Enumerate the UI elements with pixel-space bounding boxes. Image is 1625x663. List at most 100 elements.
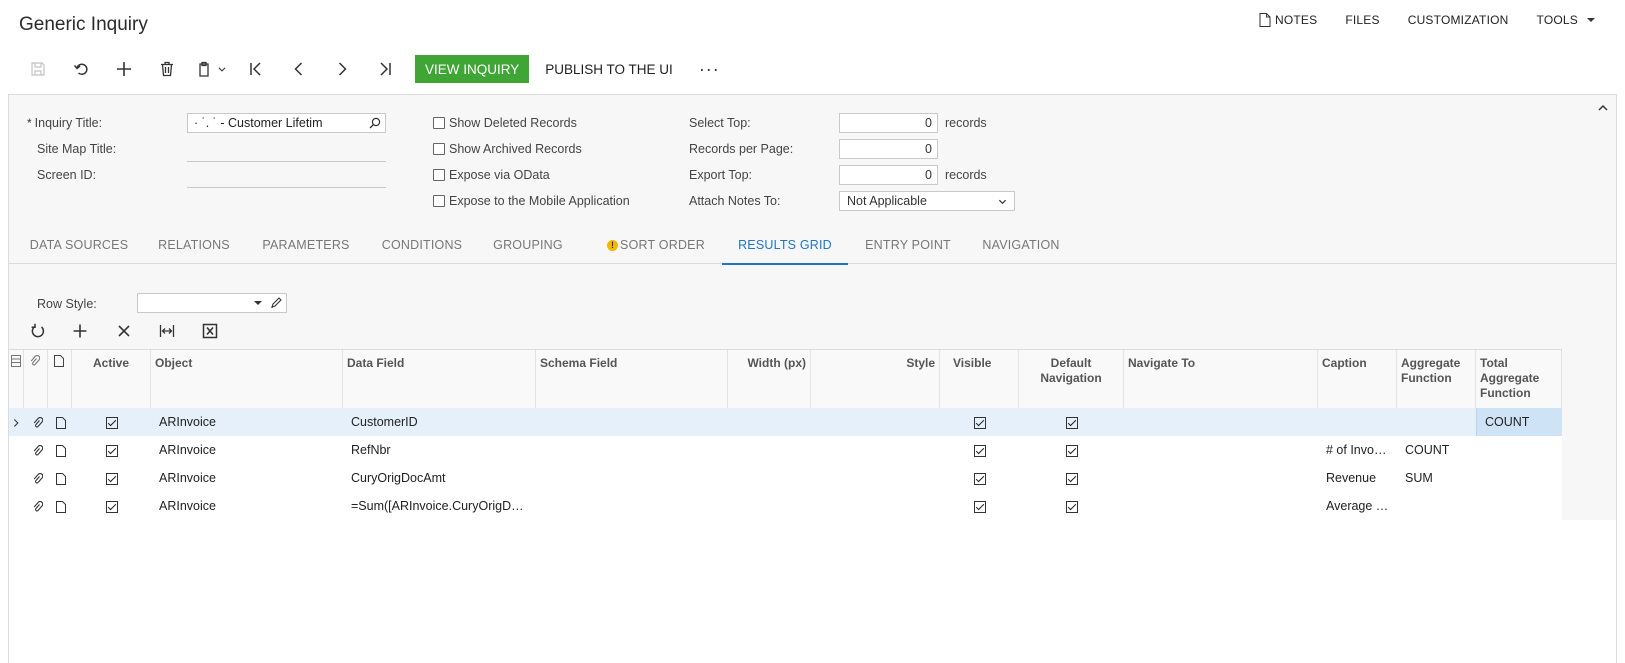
checkbox-box[interactable]: [433, 143, 445, 155]
refresh-button[interactable]: [18, 320, 58, 342]
object-cell[interactable]: ARInvoice: [151, 492, 343, 520]
data-field-cell[interactable]: CustomerID: [343, 408, 536, 436]
files-link[interactable]: FILES: [1331, 13, 1393, 27]
aggregate-cell[interactable]: [1397, 492, 1476, 520]
checkbox-box[interactable]: [433, 117, 445, 129]
header-object[interactable]: Object: [151, 350, 343, 409]
notes-link[interactable]: NOTES: [1245, 13, 1331, 27]
table-row[interactable]: ARInvoice RefNbr # of Invo… COUNT: [9, 436, 1562, 465]
last-record-button[interactable]: [363, 54, 406, 84]
default-navigation-checkbox[interactable]: [1019, 492, 1124, 520]
add-button[interactable]: [102, 54, 145, 84]
data-field-cell[interactable]: =Sum([ARInvoice.CuryOrigD…: [343, 492, 536, 520]
export-top-input[interactable]: 0: [839, 165, 938, 185]
copy-paste-button[interactable]: [188, 54, 234, 84]
expose-mobile-checkbox[interactable]: Expose to the Mobile Application: [433, 194, 630, 208]
tab-navigation[interactable]: NAVIGATION: [980, 232, 1062, 263]
note-icon[interactable]: [49, 492, 73, 520]
aggregate-cell[interactable]: COUNT: [1397, 436, 1476, 464]
visible-checkbox[interactable]: [940, 464, 1019, 492]
total-aggregate-cell[interactable]: COUNT: [1476, 408, 1562, 436]
site-map-title-input[interactable]: [187, 141, 386, 162]
active-checkbox[interactable]: [72, 408, 151, 436]
default-navigation-checkbox[interactable]: [1019, 408, 1124, 436]
tab-relations[interactable]: RELATIONS: [156, 232, 232, 263]
export-excel-button[interactable]: [188, 320, 232, 342]
table-row[interactable]: ARInvoice CuryOrigDocAmt Revenue SUM: [9, 464, 1562, 493]
data-field-cell[interactable]: RefNbr: [343, 436, 536, 464]
header-width[interactable]: Width (px): [728, 350, 811, 409]
visible-checkbox[interactable]: [940, 436, 1019, 464]
header-aggregate-function[interactable]: Aggregate Function: [1397, 350, 1476, 409]
previous-record-button[interactable]: [277, 54, 320, 84]
caption-cell[interactable]: [1318, 408, 1397, 436]
customization-link[interactable]: CUSTOMIZATION: [1394, 13, 1523, 27]
grid-settings-icon[interactable]: [11, 355, 21, 367]
note-icon[interactable]: [49, 464, 73, 492]
save-button[interactable]: [16, 54, 59, 84]
tab-data-sources[interactable]: DATA SOURCES: [29, 232, 129, 263]
visible-checkbox[interactable]: [940, 492, 1019, 520]
note-icon[interactable]: [49, 436, 73, 464]
active-checkbox[interactable]: [72, 436, 151, 464]
tab-results-grid[interactable]: RESULTS GRID: [722, 232, 848, 265]
show-archived-checkbox[interactable]: Show Archived Records: [433, 142, 582, 156]
header-total-aggregate-function[interactable]: Total Aggregate Function: [1476, 350, 1562, 409]
tab-parameters[interactable]: PARAMETERS: [260, 232, 352, 263]
screen-id-input[interactable]: [187, 167, 386, 188]
pencil-icon[interactable]: [270, 297, 282, 309]
default-navigation-checkbox[interactable]: [1019, 436, 1124, 464]
fit-columns-button[interactable]: [146, 320, 188, 342]
caption-cell[interactable]: # of Invo…: [1318, 436, 1397, 464]
tab-conditions[interactable]: CONDITIONS: [380, 232, 464, 263]
delete-row-button[interactable]: [102, 320, 146, 342]
next-record-button[interactable]: [320, 54, 363, 84]
caret-down-icon[interactable]: [254, 301, 262, 305]
checkbox-box[interactable]: [433, 195, 445, 207]
header-visible[interactable]: Visible: [940, 350, 1019, 409]
paperclip-icon[interactable]: [26, 464, 50, 492]
aggregate-cell[interactable]: SUM: [1397, 464, 1476, 492]
header-caption[interactable]: Caption: [1318, 350, 1397, 409]
inquiry-title-input[interactable]: · ˙. ˙ - Customer Lifetim: [187, 113, 386, 133]
more-actions-button[interactable]: ···: [689, 59, 730, 80]
object-cell[interactable]: ARInvoice: [151, 464, 343, 492]
aggregate-cell[interactable]: [1397, 408, 1476, 436]
header-default-navigation[interactable]: Default Navigation: [1019, 350, 1124, 409]
total-aggregate-cell[interactable]: [1476, 436, 1562, 464]
view-inquiry-button[interactable]: VIEW INQUIRY: [415, 55, 530, 83]
select-top-input[interactable]: 0: [839, 113, 938, 133]
show-deleted-checkbox[interactable]: Show Deleted Records: [433, 116, 577, 130]
search-icon[interactable]: [369, 117, 381, 129]
header-data-field[interactable]: Data Field: [343, 350, 536, 409]
column-selector-header[interactable]: [9, 350, 24, 409]
object-cell[interactable]: ARInvoice: [151, 436, 343, 464]
paperclip-icon[interactable]: [26, 436, 50, 464]
header-schema-field[interactable]: Schema Field: [536, 350, 728, 409]
tab-sort-order[interactable]: ! SORT ORDER: [604, 232, 708, 263]
data-field-cell[interactable]: CuryOrigDocAmt: [343, 464, 536, 492]
object-cell[interactable]: ARInvoice: [151, 408, 343, 436]
publish-button[interactable]: PUBLISH TO THE UI: [529, 55, 689, 83]
caption-cell[interactable]: Average …: [1318, 492, 1397, 520]
expose-odata-checkbox[interactable]: Expose via OData: [433, 168, 550, 182]
delete-button[interactable]: [145, 54, 188, 84]
tab-entry-point[interactable]: ENTRY POINT: [863, 232, 953, 263]
caption-cell[interactable]: Revenue: [1318, 464, 1397, 492]
paperclip-icon[interactable]: [26, 408, 50, 436]
paperclip-icon[interactable]: [26, 492, 50, 520]
note-icon[interactable]: [49, 408, 73, 436]
checkbox-box[interactable]: [433, 169, 445, 181]
default-navigation-checkbox[interactable]: [1019, 464, 1124, 492]
tab-grouping[interactable]: GROUPING: [492, 232, 564, 263]
first-record-button[interactable]: [234, 54, 277, 84]
collapse-chevron-up-icon[interactable]: [1597, 102, 1609, 114]
table-row[interactable]: ARInvoice =Sum([ARInvoice.CuryOrigD… Ave…: [9, 492, 1562, 521]
tools-menu[interactable]: TOOLS: [1523, 13, 1609, 27]
records-per-page-input[interactable]: 0: [839, 139, 938, 159]
add-row-button[interactable]: [58, 320, 102, 342]
visible-checkbox[interactable]: [940, 408, 1019, 436]
total-aggregate-cell[interactable]: [1476, 492, 1562, 520]
active-checkbox[interactable]: [72, 492, 151, 520]
row-style-select[interactable]: [137, 293, 287, 313]
